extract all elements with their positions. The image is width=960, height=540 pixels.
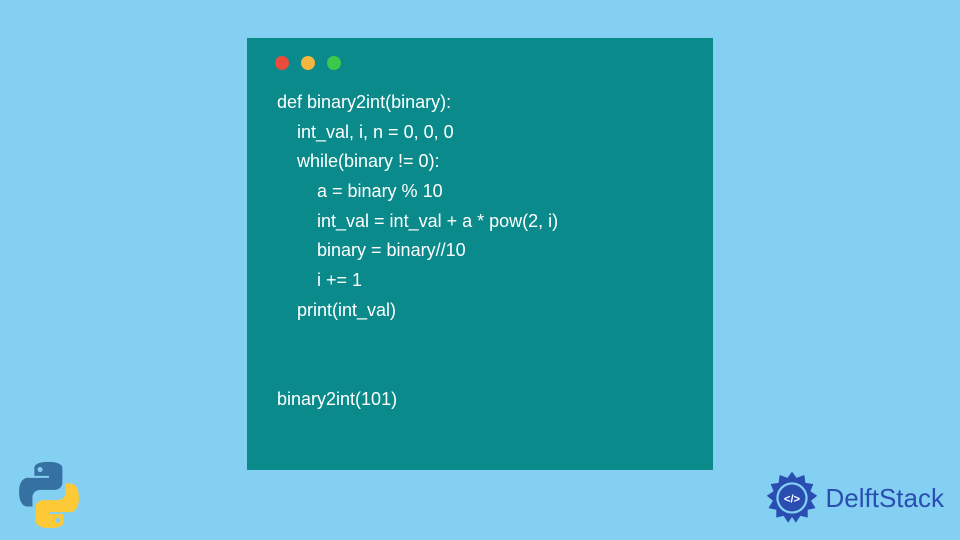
- svg-text:</>: </>: [783, 493, 800, 505]
- window-dots: [247, 38, 713, 70]
- maximize-dot-icon: [327, 56, 341, 70]
- code-block: def binary2int(binary): int_val, i, n = …: [247, 70, 713, 415]
- minimize-dot-icon: [301, 56, 315, 70]
- delftstack-branding: </> DelftStack: [764, 470, 945, 526]
- python-logo-icon: [14, 460, 84, 530]
- delft-gear-icon: </>: [764, 470, 820, 526]
- code-window: def binary2int(binary): int_val, i, n = …: [247, 38, 713, 470]
- close-dot-icon: [275, 56, 289, 70]
- branding-text: DelftStack: [826, 483, 945, 514]
